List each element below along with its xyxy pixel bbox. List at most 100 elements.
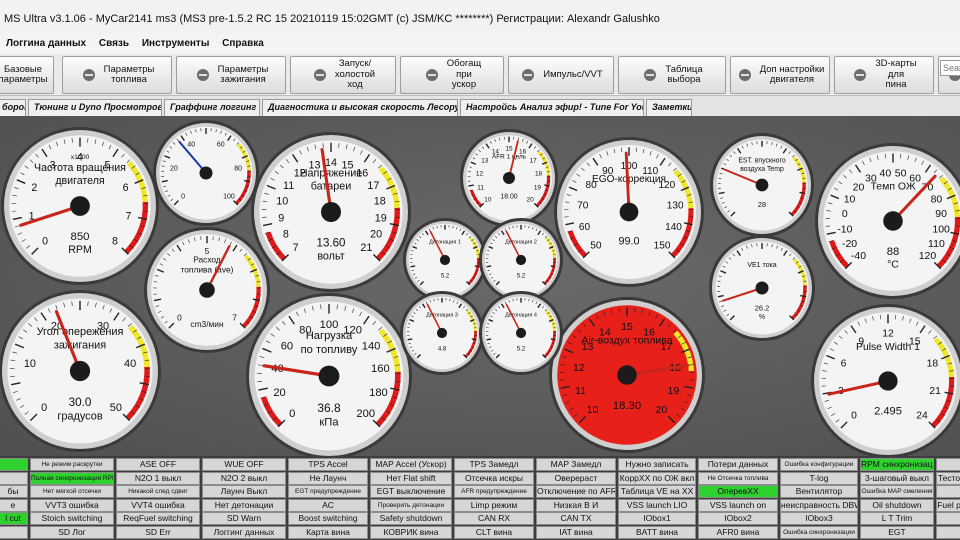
gauge-tick-label: 21	[360, 242, 372, 254]
gauge-tick-label: 12	[882, 329, 894, 340]
gauge-battery: 78910111213 14 15161718192021Напряжениебат…	[251, 132, 411, 292]
status-indicator: Ошибка конфигурации	[780, 458, 858, 471]
gauge-tick-label: 20	[853, 181, 865, 193]
status-indicator: Вентилятор	[780, 485, 858, 499]
status-indicator: Логгинг данных	[202, 526, 286, 539]
gauge-tick-label: 2	[31, 182, 37, 194]
gauge-tick-label: 200	[356, 408, 375, 420]
gauge-value: 36.8	[317, 401, 341, 415]
gauge-title: Детонация 4	[505, 313, 537, 319]
status-indicator: Таблица VE на XX	[618, 485, 696, 499]
toolbar-button-settings[interactable]: Базовые параметры	[0, 56, 54, 94]
toolbar-button-turbo[interactable]: Импульс/VVT	[508, 56, 614, 94]
gauge-knock2: Детонация 2 5.2	[479, 218, 563, 302]
tab-0[interactable]: боров	[0, 99, 26, 116]
status-indicator: CLT вина	[454, 526, 534, 539]
gauge-tick-label: 100	[320, 319, 339, 331]
status-indicator	[936, 458, 960, 471]
main-toolbar: Базовые параметры Параметры топлива Параме…	[0, 54, 960, 96]
gauge-canvas: 012345678Частота вращениядвигателяx10008…	[0, 120, 960, 456]
tab-4[interactable]: Настройсь Анализ эфир! - Tune For You	[460, 99, 644, 116]
gauge-ego: 5060708090 100 110120130140150EGO-коррекци…	[554, 137, 704, 287]
gauge-title: двигателя	[55, 175, 105, 187]
gauge-hub	[515, 254, 527, 266]
status-indicator: IObox1	[618, 512, 696, 526]
menu-help[interactable]: Справка	[222, 38, 264, 49]
gauge-value: 2.495	[874, 405, 902, 417]
toolbar-button-idle-valve[interactable]: Запуск/ холостой ход	[290, 56, 396, 94]
status-indicator: CAN TX	[536, 512, 616, 526]
gauge-tick-label: 40	[880, 168, 892, 180]
menu-tools[interactable]: Инструменты	[142, 38, 210, 49]
toolbar-button-table[interactable]: Таблица выбора	[618, 56, 726, 94]
search-input[interactable]	[940, 60, 960, 76]
gauge-hub	[436, 327, 448, 339]
gauge-value: 30.0	[69, 396, 92, 409]
gauge-title: топлива (ave)	[181, 265, 234, 275]
table-icon	[641, 66, 659, 84]
toolbar-button-spark-plug[interactable]: Параметры зажигания	[176, 56, 286, 94]
toolbar-button-label: Импульс/VVT	[543, 68, 603, 80]
idle-valve-icon	[311, 66, 329, 84]
status-indicator: е	[0, 498, 28, 512]
gauge-knock4: Детонация 4 5.2	[479, 291, 563, 375]
status-indicator: Карта вина	[288, 526, 368, 539]
status-indicator: SD Err	[116, 526, 200, 539]
gauge-title: EST. впускного	[738, 157, 785, 164]
gauge-tick-label: 20	[273, 387, 285, 399]
gauge-tick-label: 18	[927, 358, 939, 369]
gauge-tick-label: 12	[573, 362, 585, 374]
gauge-title: Частота вращения	[34, 162, 126, 174]
gauge-title: Расход	[193, 254, 221, 264]
gauge-ve: VE1 тока 26.2%	[709, 235, 815, 341]
gauge-knock1: Детонация 1 5.2	[403, 218, 487, 302]
gauge-tick-label: 180	[369, 387, 388, 399]
gauge-tick-label: 18	[535, 171, 543, 178]
gauge-title: Pulse Width 1	[856, 342, 920, 353]
gauge-hub	[503, 172, 515, 184]
tab-1[interactable]: Тюнинг и Dyno Просмотров	[28, 99, 162, 116]
gauge-tick-label: 7	[125, 210, 131, 222]
gauge-tick-label: 17	[367, 180, 379, 192]
gauge-hub	[69, 360, 91, 382]
status-indicator: 3-шаговый выкл	[860, 471, 934, 485]
turbo-icon	[519, 66, 537, 84]
gauge-hub	[878, 371, 898, 391]
gauge-hub	[515, 327, 527, 339]
gauge-hub	[199, 166, 213, 180]
toolbar-button-label: Параметры зажигания	[217, 63, 269, 85]
gauge-unit: %	[759, 314, 765, 321]
tab-3[interactable]: Диагностика и высокая скорость Лесорубы	[262, 99, 458, 116]
status-indicator: Fuel p	[936, 498, 960, 512]
toolbar-button-label: Таблица выбора	[665, 63, 703, 85]
gauge-tick-label: 130	[667, 200, 684, 211]
status-indicator: Полная синхронизация RPM	[30, 471, 114, 485]
menu-communications[interactable]: Связь	[99, 38, 129, 49]
status-indicator: IObox3	[780, 512, 858, 526]
toolbar-button-accel[interactable]: Обогащ при ускор	[400, 56, 504, 94]
gauge-title: Детонация 3	[426, 313, 458, 319]
gauge-tick-label: 50	[895, 168, 907, 180]
status-indicator: Safety shutdown	[370, 512, 452, 526]
tab-5[interactable]: Заметки	[646, 99, 692, 116]
gauge-tick-label: 7	[293, 242, 299, 254]
status-indicator: VVT4 ошибка	[116, 498, 200, 512]
window-title-bar: MS Ultra v3.1.06 - MyCar2141 ms3 (MS3 pr…	[0, 0, 960, 34]
gauge-tick-label: 80	[931, 194, 943, 206]
toolbar-button-wrench[interactable]: 3D-карты для пина	[834, 56, 934, 94]
gauge-load: 020406080100120140160180200Нагрузкапо то…	[246, 293, 412, 456]
gauge-title: воздуха Temp	[740, 166, 784, 173]
toolbar-button-injector[interactable]: Параметры топлива	[62, 56, 172, 94]
gauge-pulse: 03691215182124Pulse Width 12.495	[811, 304, 960, 456]
status-indicator: T-log	[780, 471, 858, 485]
gauge-tick-label: 140	[362, 340, 381, 352]
toolbar-button-gears[interactable]: Доп настройки двигателя	[730, 56, 830, 94]
menu-data-logging[interactable]: Логгина данных	[6, 38, 86, 49]
status-indicator: бы	[0, 485, 28, 499]
status-indicator: Нет Flat shift	[370, 471, 452, 485]
gauge-tick-label: 10	[844, 194, 856, 206]
tab-2[interactable]: Граффинг логгинг	[164, 99, 260, 116]
status-indicator: TPS Замедл	[454, 458, 534, 471]
gauge-tick-label: 15	[621, 321, 633, 333]
status-indicator: Отсечка искры	[454, 471, 534, 485]
